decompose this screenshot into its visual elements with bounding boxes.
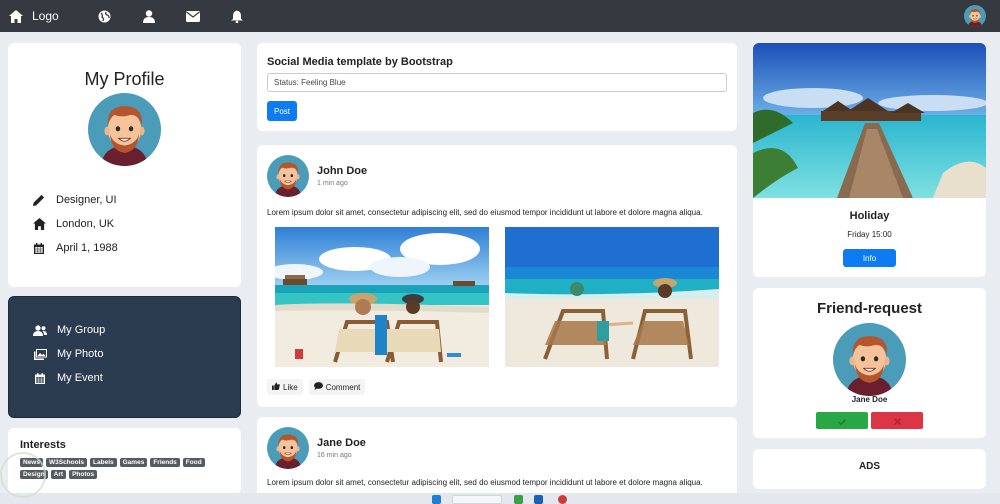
- interest-tag[interactable]: Games: [119, 458, 148, 467]
- pencil-icon: [32, 193, 46, 207]
- logo-link[interactable]: Logo: [32, 9, 59, 23]
- windows-start-icon[interactable]: [432, 495, 441, 504]
- menu-item-my-photo[interactable]: My Photo: [33, 347, 103, 361]
- home-icon: [32, 217, 46, 231]
- profile-birthday: April 1, 1988: [56, 242, 118, 254]
- menu-item-my-event[interactable]: My Event: [33, 371, 103, 385]
- status-card: Social Media template by Bootstrap Statu…: [257, 43, 737, 131]
- home-icon[interactable]: [8, 0, 24, 32]
- post-actions: Like Comment: [267, 379, 366, 395]
- interest-tag[interactable]: Photos: [69, 470, 98, 479]
- ads-title: ADS: [858, 461, 881, 472]
- taskbar-app-icon[interactable]: [558, 495, 567, 504]
- interest-tag[interactable]: Art: [50, 470, 67, 479]
- status-title: Social Media template by Bootstrap: [267, 56, 453, 68]
- interest-tag[interactable]: W3Schools: [45, 458, 88, 467]
- menu-item-label: My Group: [57, 324, 106, 336]
- beach-photo-1[interactable]: [275, 227, 489, 367]
- check-icon: [838, 412, 847, 430]
- post-button[interactable]: Post: [267, 101, 297, 121]
- comment-button[interactable]: Comment: [308, 379, 366, 395]
- like-button[interactable]: Like: [267, 379, 303, 395]
- comment-label: Comment: [325, 382, 361, 392]
- holiday-time: Friday 15:00: [847, 230, 892, 239]
- profile-avatar: [88, 93, 161, 166]
- menu-item-label: My Photo: [57, 348, 104, 360]
- decline-button[interactable]: [871, 412, 923, 429]
- interest-tag[interactable]: Food: [182, 458, 205, 467]
- bell-icon[interactable]: [229, 0, 245, 32]
- taskbar-app-icon[interactable]: [514, 495, 523, 504]
- nav-avatar[interactable]: [964, 5, 986, 27]
- holiday-title: Holiday: [849, 210, 890, 222]
- side-menu: My Group My Photo My Event: [8, 296, 241, 418]
- photo-icon: [33, 347, 47, 361]
- post-card: Jane Doe 16 min ago Lorem ipsum dolor si…: [257, 417, 737, 497]
- user-icon[interactable]: [141, 0, 157, 32]
- thumbs-up-icon: [272, 382, 280, 392]
- post-avatar: [267, 427, 309, 469]
- interest-tag[interactable]: Labels: [90, 458, 117, 467]
- like-label: Like: [283, 382, 298, 392]
- profile-job: Designer, UI: [56, 194, 117, 206]
- menu-item-label: My Event: [57, 372, 103, 384]
- interests-title: Interests: [20, 439, 66, 451]
- friend-request-card: Friend-request Jane Doe: [753, 288, 986, 438]
- comment-icon: [313, 382, 323, 392]
- calendar-icon: [32, 241, 46, 255]
- taskbar-app-icon[interactable]: [534, 495, 543, 504]
- close-icon: [893, 412, 901, 430]
- friend-name[interactable]: Jane Doe: [753, 395, 986, 404]
- accept-button[interactable]: [816, 412, 868, 429]
- profile-card: My Profile Designer, UI London, UK April…: [8, 43, 241, 287]
- menu-item-my-group[interactable]: My Group: [33, 323, 105, 337]
- beach-photo-2[interactable]: [505, 227, 719, 367]
- status-input[interactable]: Status: Feeling Blue: [267, 73, 727, 92]
- profile-title: My Profile: [84, 69, 165, 89]
- profile-job-row: Designer, UI: [32, 193, 117, 207]
- post-text: Lorem ipsum dolor sit amet, consectetur …: [267, 478, 703, 487]
- interest-tag[interactable]: Friends: [150, 458, 180, 467]
- interest-tags: News W3Schools Labels Games Friends Food…: [20, 458, 235, 479]
- post-time: 16 min ago: [317, 452, 352, 459]
- top-navbar: Logo: [0, 0, 1000, 32]
- os-taskbar: [0, 493, 1000, 504]
- post-text: Lorem ipsum dolor sit amet, consectetur …: [267, 208, 703, 217]
- post-avatar: [267, 155, 309, 197]
- watermark-logo: [0, 452, 46, 498]
- holiday-photo[interactable]: [753, 43, 986, 198]
- profile-location: London, UK: [56, 218, 115, 230]
- taskbar-search-icon[interactable]: [452, 495, 502, 504]
- post-author[interactable]: Jane Doe: [317, 437, 366, 449]
- users-icon: [33, 323, 47, 337]
- friend-avatar: [833, 323, 906, 396]
- profile-location-row: London, UK: [32, 217, 114, 231]
- friend-request-title: Friend-request: [816, 300, 922, 317]
- post-author[interactable]: John Doe: [317, 165, 367, 177]
- post-card: John Doe 1 min ago Lorem ipsum dolor sit…: [257, 145, 737, 407]
- profile-birthday-row: April 1, 1988: [32, 241, 118, 255]
- calendar-icon: [33, 371, 47, 385]
- post-time: 1 min ago: [317, 180, 348, 187]
- envelope-icon[interactable]: [185, 0, 201, 32]
- holiday-card: Holiday Friday 15:00 Info: [753, 43, 986, 277]
- ads-card: ADS: [753, 449, 986, 489]
- info-button[interactable]: Info: [843, 249, 896, 267]
- globe-icon[interactable]: [97, 0, 113, 32]
